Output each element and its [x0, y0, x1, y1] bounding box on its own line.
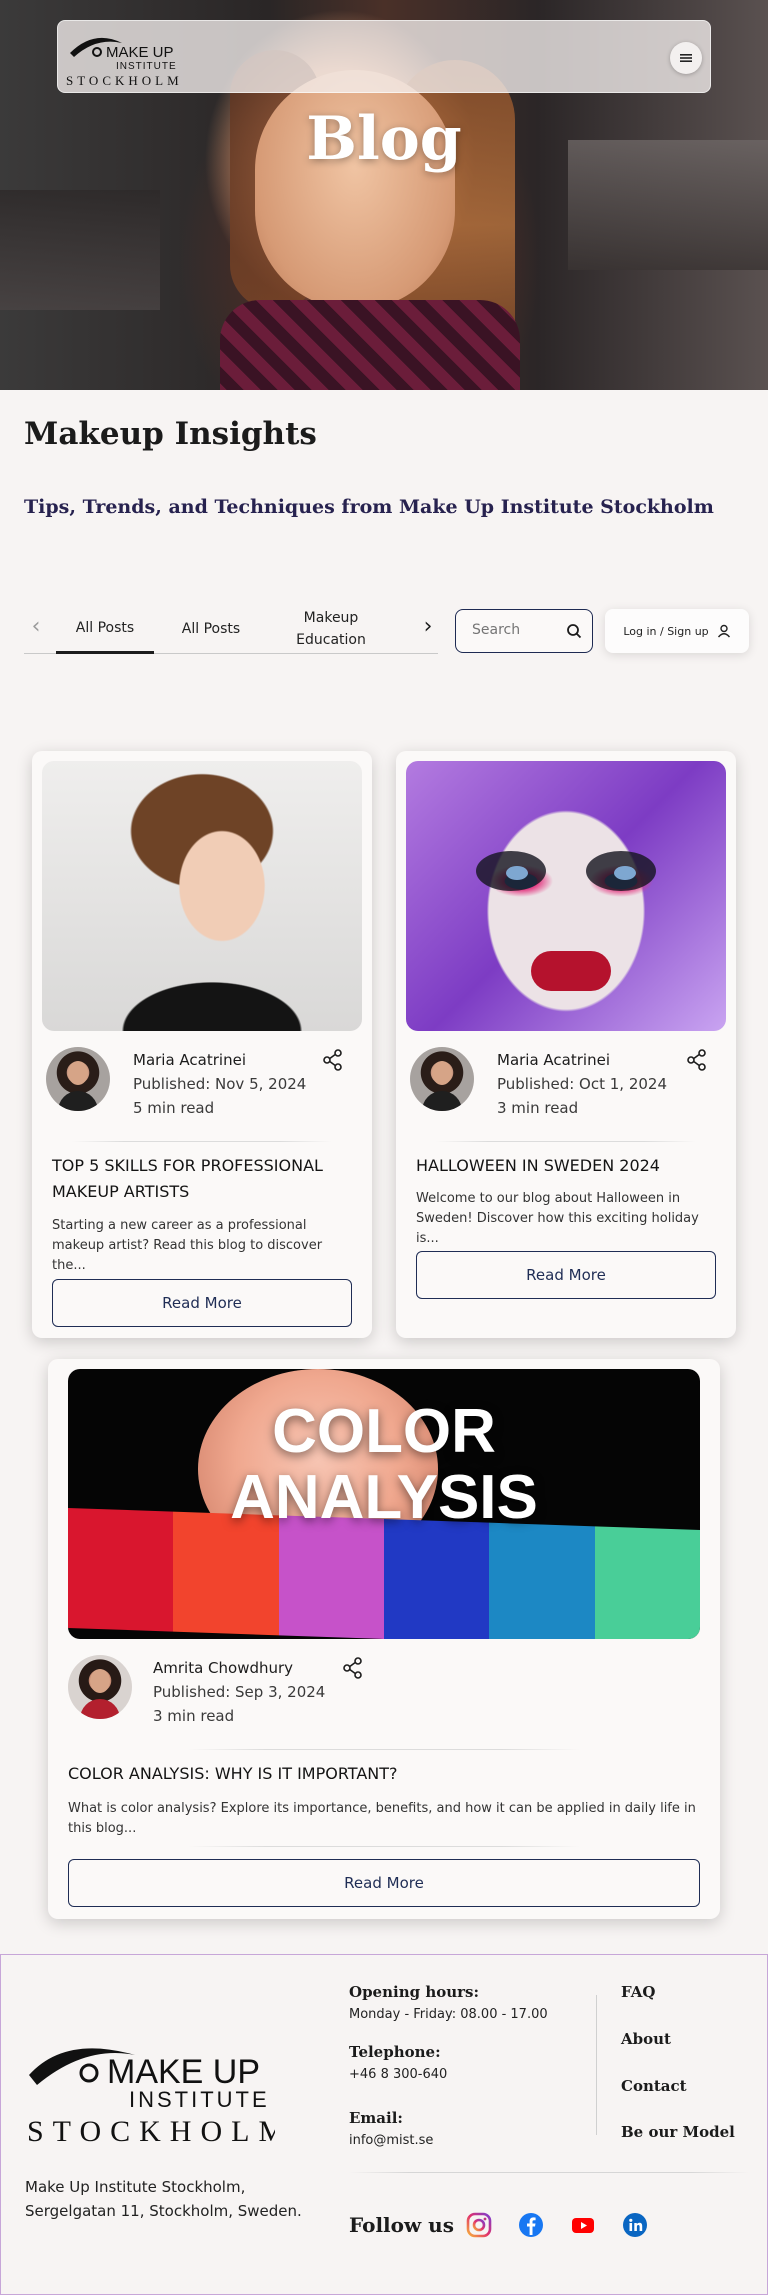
site-logo[interactable]: MAKE UP INSTITUTE STOCKHOLM: [64, 25, 194, 89]
author-avatar: [46, 1047, 110, 1111]
login-label: Log in / Sign up: [623, 624, 709, 638]
author-name[interactable]: Maria Acatrinei: [133, 1051, 246, 1069]
read-time: 3 min read: [497, 1099, 579, 1117]
logo-text-institute: INSTITUTE: [116, 61, 177, 72]
read-more-button[interactable]: Read More: [68, 1859, 700, 1907]
youtube-icon[interactable]: [569, 2211, 597, 2239]
author-name[interactable]: Maria Acatrinei: [497, 1051, 610, 1069]
publish-date: Published: Oct 1, 2024: [497, 1075, 667, 1093]
divider: [188, 1749, 580, 1750]
hamburger-icon: [680, 54, 692, 62]
menu-button[interactable]: [670, 42, 702, 74]
divider: [436, 1141, 696, 1142]
tab-makeup-education[interactable]: Makeup Education: [286, 604, 376, 654]
post-image-makeup-artist[interactable]: [42, 761, 362, 1031]
logo-text-stockholm: STOCKHOLM: [66, 73, 183, 88]
telephone-label: Telephone:: [349, 2043, 441, 2061]
linkedin-icon[interactable]: [621, 2211, 649, 2239]
search-input[interactable]: [472, 622, 562, 638]
search-box[interactable]: [455, 609, 593, 653]
facebook-icon[interactable]: [517, 2211, 545, 2239]
logo-text-makeup: MAKE UP: [106, 44, 174, 61]
post-image-halloween[interactable]: [406, 761, 726, 1031]
author-name[interactable]: Amrita Chowdhury: [153, 1659, 293, 1677]
email-label: Email:: [349, 2109, 403, 2127]
image-lips: [531, 951, 611, 991]
read-more-button[interactable]: Read More: [416, 1251, 716, 1299]
follow-us-label: Follow us: [349, 2213, 454, 2237]
tabs-prev-arrow-icon[interactable]: ‹: [24, 614, 48, 639]
login-signup-button[interactable]: Log in / Sign up: [605, 609, 749, 653]
blog-card: Maria Acatrinei Published: Nov 5, 2024 5…: [32, 751, 372, 1338]
read-time: 5 min read: [133, 1099, 215, 1117]
opening-hours-label: Opening hours:: [349, 1983, 480, 2001]
image-text-analysis: ANALYSIS: [230, 1463, 538, 1532]
blog-card: COLOR ANALYSIS Amrita Chowdhury Publishe…: [48, 1359, 720, 1919]
hero-banner: Blog MAKE UP INSTITUTE STOCKHOLM: [0, 0, 768, 390]
search-icon[interactable]: [566, 623, 582, 639]
tabs-next-arrow-icon[interactable]: ›: [416, 614, 440, 639]
footer-link-be-our-model[interactable]: Be our Model: [621, 2123, 735, 2141]
share-icon[interactable]: [342, 1657, 364, 1679]
divider: [188, 1846, 580, 1847]
address-line: Make Up Institute Stockholm,: [25, 2178, 246, 2196]
image-text-color: COLOR: [272, 1397, 496, 1466]
image-overlay-text: COLOR ANALYSIS: [68, 1399, 700, 1531]
blog-card: Maria Acatrinei Published: Oct 1, 2024 3…: [396, 751, 736, 1338]
footer-link-contact[interactable]: Contact: [621, 2077, 687, 2095]
divider: [72, 1141, 332, 1142]
footer-link-faq[interactable]: FAQ: [621, 1983, 655, 2001]
publish-date: Published: Sep 3, 2024: [153, 1683, 326, 1701]
instagram-icon[interactable]: [465, 2211, 493, 2239]
footer-divider: [596, 1995, 597, 2135]
tab-all-posts[interactable]: All Posts: [56, 604, 154, 654]
footer-link-about[interactable]: About: [621, 2030, 671, 2048]
telephone-value[interactable]: +46 8 300-640: [349, 2067, 447, 2082]
post-title[interactable]: TOP 5 SKILLS FOR PROFESSIONAL MAKEUP ART…: [52, 1153, 352, 1205]
tab-all-posts-2[interactable]: All Posts: [162, 604, 260, 654]
footer-logo-text-institute: INSTITUTE: [129, 2087, 270, 2112]
post-title[interactable]: COLOR ANALYSIS: WHY IS IT IMPORTANT?: [68, 1761, 700, 1787]
page-subtitle: Tips, Trends, and Techniques from Make U…: [24, 496, 714, 518]
email-value[interactable]: info@mist.se: [349, 2133, 433, 2148]
post-excerpt: Starting a new career as a professional …: [52, 1218, 323, 1273]
category-tabs: ‹ All Posts All Posts Makeup Education ›: [24, 604, 438, 654]
post-excerpt: What is color analysis? Explore its impo…: [68, 1801, 696, 1836]
post-excerpt: Welcome to our blog about Halloween in S…: [416, 1191, 699, 1246]
post-image-color-analysis[interactable]: COLOR ANALYSIS: [68, 1369, 700, 1639]
publish-date: Published: Nov 5, 2024: [133, 1075, 307, 1093]
share-icon[interactable]: [322, 1049, 344, 1071]
author-avatar: [68, 1655, 132, 1719]
top-navbar: MAKE UP INSTITUTE STOCKHOLM: [57, 20, 711, 93]
footer-logo[interactable]: MAKE UP INSTITUTE STOCKHOLM: [25, 2015, 275, 2145]
hero-clothing: [220, 300, 520, 390]
post-title[interactable]: HALLOWEEN IN SWEDEN 2024: [416, 1153, 716, 1179]
page-title: Makeup Insights: [24, 416, 317, 452]
user-icon: [717, 624, 730, 638]
footer-divider: [349, 2172, 749, 2173]
address-line: Sergelgatan 11, Stockholm, Sweden.: [25, 2202, 302, 2220]
opening-hours-value: Monday - Friday: 08.00 - 17.00: [349, 2007, 548, 2022]
image-eye: [506, 866, 528, 880]
image-eye: [614, 866, 636, 880]
site-footer: MAKE UP INSTITUTE STOCKHOLM Make Up Inst…: [0, 1954, 768, 2295]
footer-address: Make Up Institute Stockholm, Sergelgatan…: [25, 2175, 302, 2223]
hero-title: Blog: [306, 104, 462, 174]
hero-background-shelf: [0, 190, 160, 310]
read-time: 3 min read: [153, 1707, 235, 1725]
read-more-button[interactable]: Read More: [52, 1279, 352, 1327]
footer-logo-text-stockholm: STOCKHOLM: [27, 2115, 275, 2145]
footer-logo-text-makeup: MAKE UP: [107, 2053, 260, 2091]
share-icon[interactable]: [686, 1049, 708, 1071]
author-avatar: [410, 1047, 474, 1111]
